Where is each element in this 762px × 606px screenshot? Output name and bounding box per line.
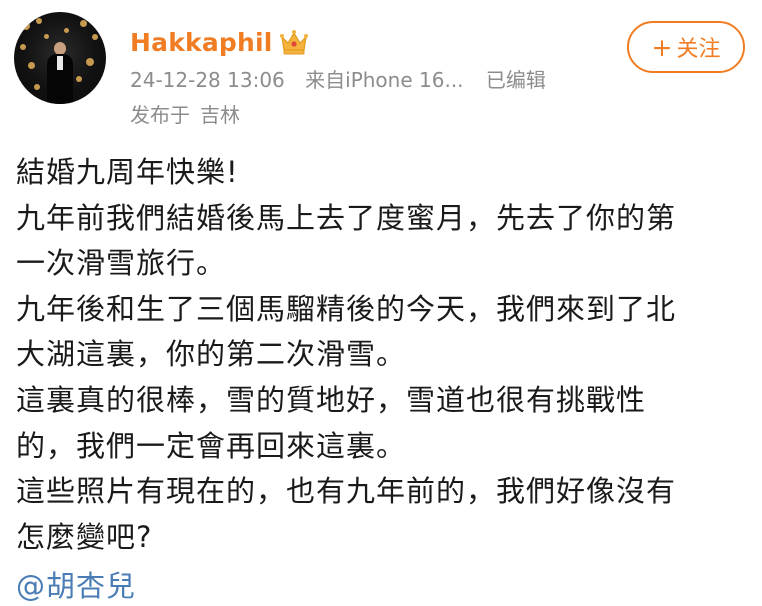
post-source: 来自iPhone 16... <box>305 68 464 92</box>
content-line: 結婚九周年快樂! <box>16 155 239 189</box>
post-meta: 24-12-28 13:06 来自iPhone 16... 已编辑 <box>130 64 560 93</box>
location-value: 吉林 <box>200 103 240 127</box>
edited-label[interactable]: 已编辑 <box>486 68 546 92</box>
follow-button[interactable]: + 关注 <box>627 21 745 73</box>
username[interactable]: Hakkaphil <box>130 28 273 57</box>
post-location: 发布于 吉林 <box>130 99 240 128</box>
content-line: 九年前我們結婚後馬上去了度蜜月，先去了你的第 <box>16 200 677 235</box>
post-content: 結婚九周年快樂! 九年前我們結婚後馬上去了度蜜月，先去了你的第 一次滑雪旅行。 … <box>16 150 756 560</box>
username-row: Hakkaphil <box>130 22 309 62</box>
content-line: 大湖這裏，你的第二次滑雪。 <box>16 337 407 372</box>
weibo-post: Hakkaphil 24-12-28 13:06 来自iPhone 16... … <box>0 0 762 604</box>
content-line: 的，我們一定會再回來這裏。 <box>16 428 407 463</box>
crown-badge-icon <box>279 28 309 56</box>
avatar[interactable] <box>14 12 106 104</box>
content-line: 九年後和生了三個馬騮精後的今天，我們來到了北 <box>16 291 677 326</box>
content-line: 這裏真的很棒，雪的質地好，雪道也很有挑戰性 <box>16 382 647 417</box>
content-line: 怎麼變吧? <box>16 519 153 554</box>
post-timestamp: 24-12-28 13:06 <box>130 68 285 92</box>
mention-link[interactable]: @胡杏兒 <box>16 566 136 606</box>
follow-button-label: 关注 <box>676 37 721 62</box>
plus-icon: + <box>651 32 673 62</box>
content-line: 一次滑雪旅行。 <box>16 246 227 281</box>
location-label: 发布于 <box>130 103 190 127</box>
content-line: 這些照片有現在的，也有九年前的，我們好像沒有 <box>16 474 677 509</box>
